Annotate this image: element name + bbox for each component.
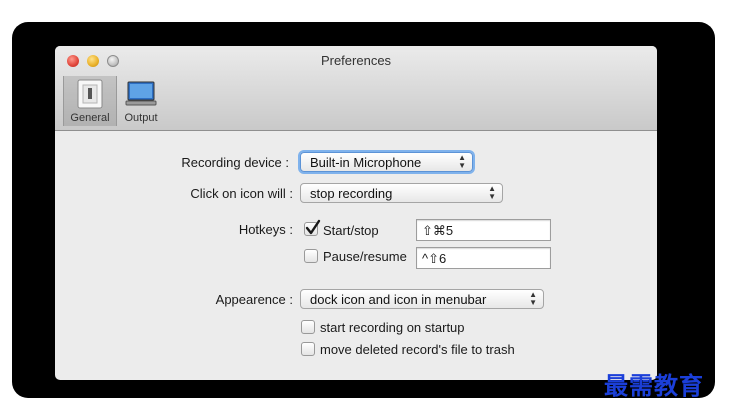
monitor-icon [125,81,157,106]
move-to-trash-checkbox[interactable] [301,342,315,356]
checkmark-icon [305,219,321,235]
click-on-icon-label: Click on icon will : [190,186,293,201]
start-stop-shortcut-field[interactable]: ⇧⌘5 [416,219,551,241]
appearance-value: dock icon and icon in menubar [310,292,487,307]
start-stop-checkbox[interactable] [304,219,321,236]
window-title: Preferences [320,53,392,68]
window-toolbar: Preferences General Output [55,46,657,131]
preferences-window: Preferences General Output Recording dev… [55,46,657,380]
recording-device-label: Recording device : [181,155,289,170]
start-on-startup-checkbox[interactable] [301,320,315,334]
appearance-popup[interactable]: dock icon and icon in menubar ▲ ▼ [300,289,544,309]
toolbar-tab-output-label: Output [124,112,158,124]
pause-resume-label: Pause/resume [323,249,407,264]
start-stop-label: Start/stop [323,223,379,238]
click-on-icon-popup[interactable]: stop recording ▲ ▼ [300,183,503,203]
recording-device-value: Built-in Microphone [310,155,422,170]
hotkeys-label: Hotkeys : [238,222,293,237]
general-prefs-icon [77,79,103,109]
pause-resume-checkbox[interactable] [304,249,318,263]
click-on-icon-value: stop recording [310,186,393,201]
popup-arrows-icon: ▲ ▼ [488,184,496,201]
recording-device-popup[interactable]: Built-in Microphone ▲ ▼ [300,152,473,172]
appearance-label: Appearence : [215,292,293,307]
pause-resume-shortcut-field[interactable]: ^⇧6 [416,247,551,269]
toolbar-tab-general-label: General [70,112,110,124]
move-to-trash-label: move deleted record's file to trash [320,342,515,357]
toolbar-tab-output[interactable]: Output [119,76,163,126]
popup-arrows-icon: ▲ ▼ [529,290,537,307]
popup-arrows-icon: ▲ ▼ [458,153,466,170]
toolbar-tab-general[interactable]: General [63,76,117,126]
watermark-text: 最需教育 [604,371,704,400]
start-on-startup-label: start recording on startup [320,320,465,335]
